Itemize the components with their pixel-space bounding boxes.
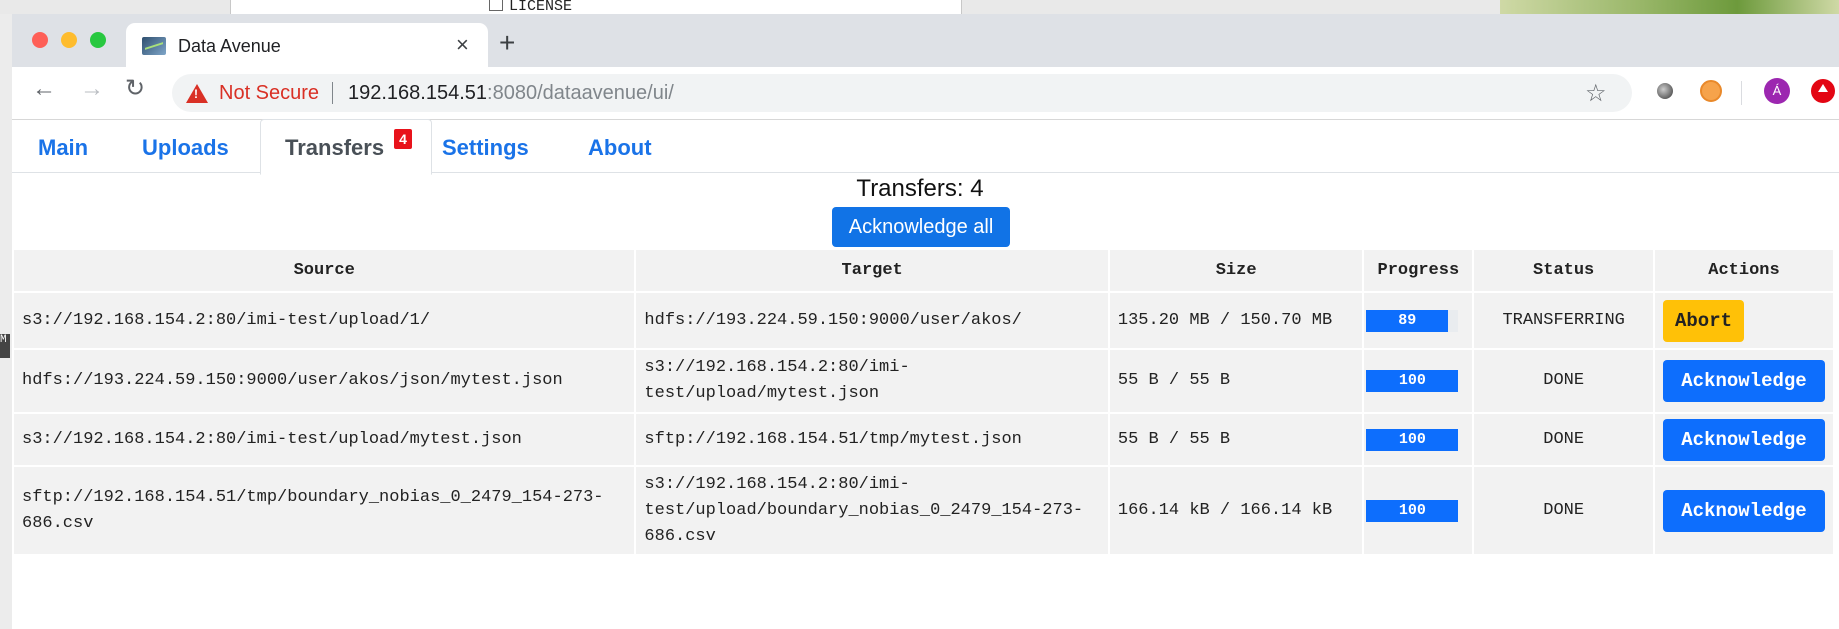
progress-cell: 100 (1363, 465, 1475, 554)
size-cell: 135.20 MB / 150.70 MB (1108, 291, 1365, 349)
tab-transfers-label: Transfers (285, 135, 385, 160)
file-icon (489, 0, 503, 11)
actions-cell: Acknowledge (1653, 465, 1836, 554)
source-cell: sftp://192.168.154.51/tmp/boundary_nobia… (14, 465, 637, 554)
background-license-item: LICENSE (489, 0, 572, 15)
progress-fill: 100 (1366, 499, 1459, 522)
progress-bar: 100 (1366, 499, 1459, 522)
transfers-count-badge: 4 (394, 129, 412, 149)
background-window: LICENSE (230, 0, 962, 15)
status-cell: DONE (1473, 412, 1655, 466)
warning-icon (186, 84, 208, 103)
maximize-window-button[interactable] (90, 32, 106, 48)
address-bar[interactable]: Not Secure 192.168.154.51:8080/dataavenu… (172, 74, 1632, 112)
forward-arrow-icon[interactable]: → (80, 77, 104, 101)
background-mark: M (0, 334, 10, 358)
status-cell: TRANSFERRING (1473, 291, 1655, 349)
column-header-actions: Actions (1653, 250, 1836, 292)
transfers-table: Source Target Size Progress Status Actio… (14, 250, 1836, 554)
column-header-target[interactable]: Target (635, 250, 1110, 292)
source-cell: hdfs://193.224.59.150:9000/user/akos/jso… (14, 348, 637, 413)
target-cell: hdfs://193.224.59.150:9000/user/akos/ (635, 291, 1110, 349)
address-divider (332, 82, 333, 104)
acknowledge-all-button[interactable]: Acknowledge all (832, 207, 1010, 247)
acknowledge-button[interactable]: Acknowledge (1662, 360, 1825, 402)
table-row: hdfs://193.224.59.150:9000/user/akos/jso… (14, 348, 1836, 413)
back-arrow-icon[interactable]: ← (32, 77, 56, 101)
actions-cell: Acknowledge (1653, 412, 1836, 466)
tab-uploads[interactable]: Uploads (142, 135, 229, 161)
tab-about[interactable]: About (588, 135, 652, 161)
extension-icon[interactable] (1700, 80, 1722, 102)
extension-icon[interactable] (1811, 79, 1835, 103)
acknowledge-button[interactable]: Acknowledge (1662, 418, 1825, 461)
favicon-icon (142, 37, 166, 55)
progress-fill: 100 (1366, 428, 1459, 451)
browser-tab[interactable]: Data Avenue × (126, 23, 488, 67)
table-row: s3://192.168.154.2:80/imi-test/upload/my… (14, 412, 1836, 466)
progress-cell: 100 (1363, 348, 1475, 413)
extension-icon[interactable] (1657, 83, 1673, 99)
target-cell: sftp://192.168.154.51/tmp/mytest.json (635, 412, 1110, 466)
progress-bar: 100 (1366, 428, 1459, 451)
table-header-row: Source Target Size Progress Status Actio… (14, 250, 1836, 292)
tab-main[interactable]: Main (38, 135, 88, 161)
tab-transfers[interactable]: Transfers 4 (260, 119, 432, 175)
toolbar-divider (1741, 81, 1742, 105)
not-secure-label[interactable]: Not Secure (219, 82, 319, 105)
source-cell: s3://192.168.154.2:80/imi-test/upload/1/ (14, 291, 637, 349)
reload-icon[interactable]: ↻ (125, 77, 145, 101)
transfers-count: Transfers: 4 (856, 175, 984, 202)
profile-avatar[interactable]: Á (1764, 78, 1790, 104)
progress-cell: 89 (1363, 291, 1475, 349)
minimize-window-button[interactable] (61, 32, 77, 48)
target-cell: s3://192.168.154.2:80/imi-test/upload/my… (635, 348, 1110, 413)
progress-bar: 100 (1366, 370, 1459, 392)
size-cell: 55 B / 55 B (1108, 348, 1365, 413)
bookmark-star-icon[interactable]: ☆ (1585, 79, 1607, 108)
tab-settings[interactable]: Settings (442, 135, 529, 161)
size-cell: 166.14 kB / 166.14 kB (1108, 465, 1365, 554)
column-header-size[interactable]: Size (1108, 250, 1365, 292)
browser-toolbar: ← → ↻ Not Secure 192.168.154.51:8080/dat… (12, 67, 1839, 120)
abort-button[interactable]: Abort (1662, 299, 1744, 342)
url-text[interactable]: 192.168.154.51:8080/dataavenue/ui/ (348, 82, 674, 105)
column-header-status[interactable]: Status (1473, 250, 1655, 292)
column-header-progress[interactable]: Progress (1363, 250, 1475, 292)
table-row: sftp://192.168.154.51/tmp/boundary_nobia… (14, 465, 1836, 554)
table-row: s3://192.168.154.2:80/imi-test/upload/1/… (14, 291, 1836, 349)
tab-bar: Data Avenue × + (12, 14, 1839, 67)
progress-cell: 100 (1363, 412, 1475, 466)
actions-cell: Abort (1653, 291, 1836, 349)
acknowledge-button[interactable]: Acknowledge (1662, 489, 1825, 532)
actions-cell: Acknowledge (1653, 348, 1836, 413)
status-cell: DONE (1473, 465, 1655, 554)
progress-fill: 89 (1366, 309, 1449, 332)
desktop-wallpaper (1500, 0, 1839, 14)
progress-fill: 100 (1366, 370, 1459, 392)
target-cell: s3://192.168.154.2:80/imi-test/upload/bo… (635, 465, 1110, 554)
tab-title: Data Avenue (178, 36, 281, 56)
new-tab-button[interactable]: + (499, 29, 515, 57)
close-tab-icon[interactable]: × (456, 32, 469, 58)
close-window-button[interactable] (32, 32, 48, 48)
source-cell: s3://192.168.154.2:80/imi-test/upload/my… (14, 412, 637, 466)
column-header-source[interactable]: Source (14, 250, 637, 292)
size-cell: 55 B / 55 B (1108, 412, 1365, 466)
progress-bar: 89 (1366, 309, 1459, 332)
status-cell: DONE (1473, 348, 1655, 413)
